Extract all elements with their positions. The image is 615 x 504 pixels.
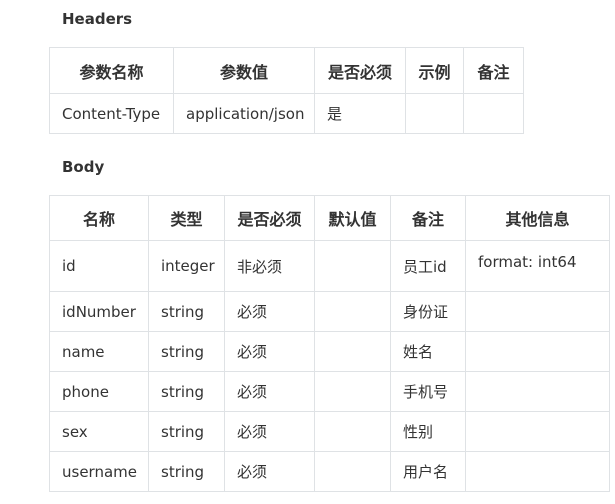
table-cell <box>463 93 524 134</box>
table-cell: string <box>148 451 225 492</box>
table-cell: 性别 <box>390 411 466 452</box>
table-cell: 非必须 <box>224 240 315 292</box>
body-section-title: Body <box>62 158 105 176</box>
column-header-param-name: 参数名称 <box>49 47 174 94</box>
table-cell <box>405 93 464 134</box>
table-cell <box>465 451 610 492</box>
table-cell: string <box>148 371 225 412</box>
column-header-name: 名称 <box>49 195 149 241</box>
table-cell <box>465 291 610 332</box>
table-cell: 身份证 <box>390 291 466 332</box>
table-cell: phone <box>49 371 149 412</box>
table-row: username string 必须 用户名 <box>49 451 610 492</box>
column-header-other-info: 其他信息 <box>465 195 610 241</box>
table-cell: username <box>49 451 149 492</box>
table-cell: 姓名 <box>390 331 466 372</box>
table-cell: name <box>49 331 149 372</box>
table-cell <box>465 411 610 452</box>
table-cell <box>314 240 391 292</box>
column-header-remark: 备注 <box>390 195 466 241</box>
table-cell: 必须 <box>224 451 315 492</box>
table-cell: sex <box>49 411 149 452</box>
table-row: idNumber string 必须 身份证 <box>49 291 610 332</box>
table-row: id integer 非必须 员工id format: int64 <box>49 240 610 292</box>
table-cell: string <box>148 291 225 332</box>
table-cell: 员工id <box>390 240 466 292</box>
headers-section-title: Headers <box>62 10 133 28</box>
table-cell: string <box>148 331 225 372</box>
column-header-example: 示例 <box>405 47 464 94</box>
table-cell: 必须 <box>224 291 315 332</box>
column-header-required: 是否必须 <box>314 47 406 94</box>
table-header-row: 名称 类型 是否必须 默认值 备注 其他信息 <box>49 195 610 241</box>
table-cell: Content-Type <box>49 93 174 134</box>
table-header-row: 参数名称 参数值 是否必须 示例 备注 <box>49 47 524 94</box>
column-header-type: 类型 <box>148 195 225 241</box>
table-cell: 必须 <box>224 331 315 372</box>
table-cell <box>465 371 610 412</box>
headers-table: 参数名称 参数值 是否必须 示例 备注 Content-Type applica… <box>49 47 524 134</box>
table-cell: string <box>148 411 225 452</box>
table-cell: id <box>49 240 149 292</box>
table-cell <box>314 291 391 332</box>
table-row: name string 必须 姓名 <box>49 331 610 372</box>
body-table: 名称 类型 是否必须 默认值 备注 其他信息 id integer 非必须 员工… <box>49 195 610 492</box>
table-cell: 必须 <box>224 411 315 452</box>
table-cell: format: int64 <box>465 240 610 292</box>
table-cell <box>314 371 391 412</box>
table-cell: 手机号 <box>390 371 466 412</box>
table-cell <box>314 411 391 452</box>
table-cell: application/json <box>173 93 315 134</box>
table-cell <box>314 451 391 492</box>
table-cell: idNumber <box>49 291 149 332</box>
table-cell: integer <box>148 240 225 292</box>
table-cell <box>314 331 391 372</box>
table-cell: 是 <box>314 93 406 134</box>
table-row: Content-Type application/json 是 <box>49 93 524 134</box>
column-header-param-value: 参数值 <box>173 47 315 94</box>
column-header-remark: 备注 <box>463 47 524 94</box>
table-row: sex string 必须 性别 <box>49 411 610 452</box>
table-cell: 必须 <box>224 371 315 412</box>
column-header-required: 是否必须 <box>224 195 315 241</box>
table-cell: 用户名 <box>390 451 466 492</box>
column-header-default-value: 默认值 <box>314 195 391 241</box>
table-row: phone string 必须 手机号 <box>49 371 610 412</box>
table-cell <box>465 331 610 372</box>
